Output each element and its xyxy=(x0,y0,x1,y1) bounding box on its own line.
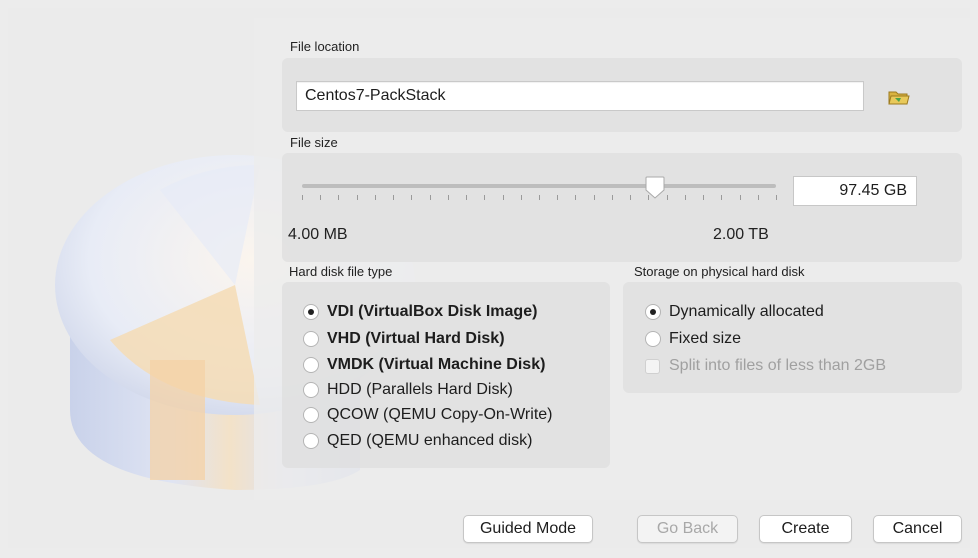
radio-hdd[interactable]: HDD (Parallels Hard Disk) xyxy=(303,381,513,399)
slider-tick xyxy=(320,195,321,200)
slider-tick xyxy=(721,195,722,200)
radio-vhd[interactable]: VHD (Virtual Hard Disk) xyxy=(303,330,505,348)
slider-max-label: 2.00 TB xyxy=(713,226,769,243)
slider-tick xyxy=(594,195,595,200)
radio-button xyxy=(303,331,319,347)
radio-label: QCOW (QEMU Copy-On-Write) xyxy=(327,406,553,423)
slider-tick xyxy=(758,195,759,200)
slider-tick xyxy=(302,195,303,200)
checkbox-label: Split into files of less than 2GB xyxy=(669,357,886,374)
guided-mode-button[interactable]: Guided Mode xyxy=(463,515,593,543)
slider-thumb[interactable] xyxy=(644,176,666,200)
radio-button xyxy=(303,357,319,373)
slider-tick xyxy=(411,195,412,200)
slider-tick xyxy=(503,195,504,200)
file-size-label: File size xyxy=(290,135,338,150)
slider-tick xyxy=(685,195,686,200)
slider-tick xyxy=(612,195,613,200)
radio-label: HDD (Parallels Hard Disk) xyxy=(327,381,513,398)
slider-tick xyxy=(740,195,741,200)
radio-label: Fixed size xyxy=(669,330,742,347)
radio-button xyxy=(303,433,319,449)
radio-button xyxy=(645,331,661,347)
slider-ticks xyxy=(302,195,777,201)
radio-dynamic[interactable]: Dynamically allocated xyxy=(645,303,824,321)
slider-tick xyxy=(466,195,467,200)
radio-qcow[interactable]: QCOW (QEMU Copy-On-Write) xyxy=(303,406,552,424)
file-location-input[interactable]: Centos7-PackStack xyxy=(296,81,864,111)
go-back-button[interactable]: Go Back xyxy=(637,515,738,543)
radio-label: VHD (Virtual Hard Disk) xyxy=(327,330,505,347)
create-button[interactable]: Create xyxy=(759,515,852,543)
slider-tick xyxy=(521,195,522,200)
slider-tick xyxy=(776,195,777,200)
radio-label: VDI (VirtualBox Disk Image) xyxy=(327,303,538,320)
slider-tick xyxy=(375,195,376,200)
slider-tick xyxy=(338,195,339,200)
radio-label: QED (QEMU enhanced disk) xyxy=(327,432,533,449)
slider-tick xyxy=(393,195,394,200)
cancel-button[interactable]: Cancel xyxy=(873,515,962,543)
slider-tick xyxy=(357,195,358,200)
radio-button xyxy=(303,382,319,398)
checkbox-box xyxy=(645,358,660,374)
folder-icon[interactable] xyxy=(888,87,910,107)
radio-label: VMDK (Virtual Machine Disk) xyxy=(327,356,546,373)
radio-fixed[interactable]: Fixed size xyxy=(645,330,741,348)
file-location-label: File location xyxy=(290,39,360,54)
radio-button xyxy=(645,304,661,320)
radio-vmdk[interactable]: VMDK (Virtual Machine Disk) xyxy=(303,356,545,374)
radio-button xyxy=(303,304,319,320)
disk-type-label: Hard disk file type xyxy=(289,264,393,279)
slider-tick xyxy=(539,195,540,200)
storage-label: Storage on physical hard disk xyxy=(634,264,805,279)
radio-vdi[interactable]: VDI (VirtualBox Disk Image) xyxy=(303,303,537,321)
radio-button xyxy=(303,407,319,423)
slider-tick xyxy=(430,195,431,200)
slider-tick xyxy=(703,195,704,200)
file-size-input[interactable]: 97.45 GB xyxy=(793,176,917,206)
slider-tick xyxy=(630,195,631,200)
slider-tick xyxy=(484,195,485,200)
radio-label: Dynamically allocated xyxy=(669,303,824,320)
slider-tick xyxy=(448,195,449,200)
slider-tick xyxy=(557,195,558,200)
radio-qed[interactable]: QED (QEMU enhanced disk) xyxy=(303,432,532,450)
slider-tick xyxy=(575,195,576,200)
file-size-group xyxy=(282,153,962,262)
slider-tick xyxy=(667,195,668,200)
split-files-checkbox[interactable]: Split into files of less than 2GB xyxy=(645,357,886,375)
file-size-slider[interactable] xyxy=(302,184,776,188)
slider-min-label: 4.00 MB xyxy=(288,226,348,243)
